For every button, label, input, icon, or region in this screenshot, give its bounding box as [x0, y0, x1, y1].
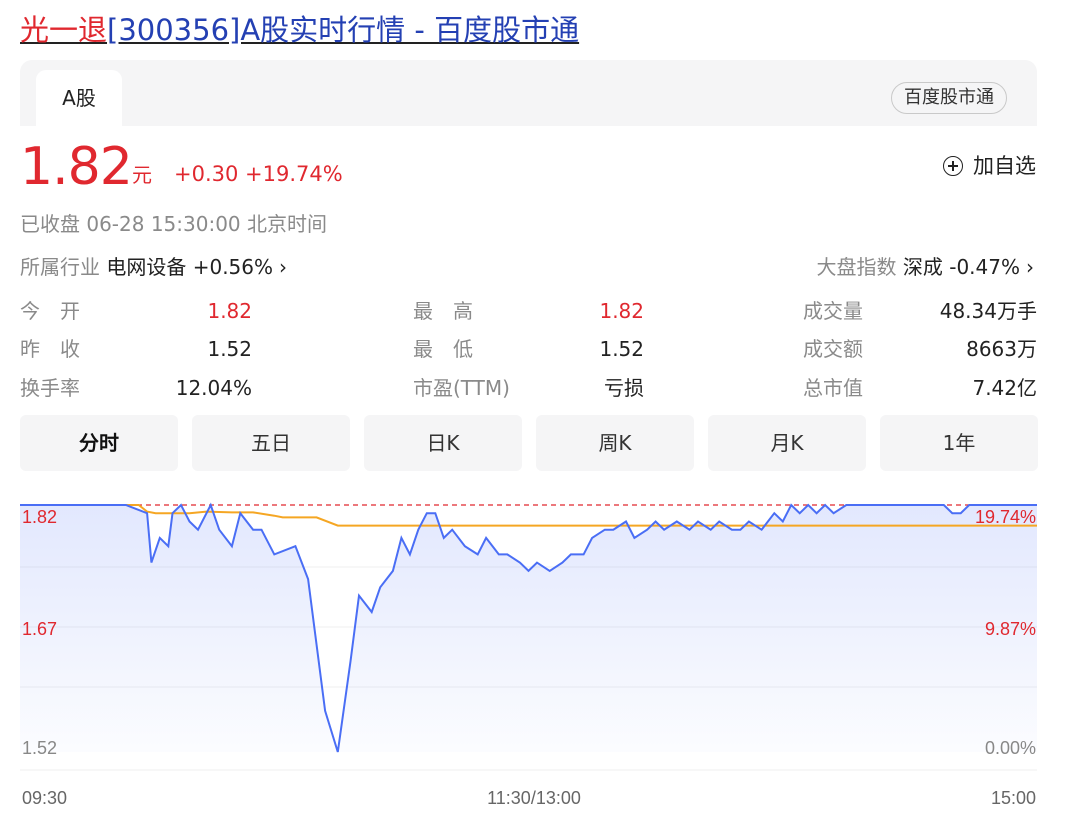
- stats-row-2: 昨 收 1.52 最 低 1.52 成交额 8663万: [0, 334, 1080, 364]
- amount-label: 成交额: [803, 337, 863, 361]
- add-watchlist-button[interactable]: 加自选: [943, 152, 1036, 180]
- index-change: -0.47%: [949, 255, 1020, 279]
- intraday-chart-svg[interactable]: 1.82 1.67 1.52 19.74% 9.87% 0.00% 09:30 …: [0, 480, 1080, 819]
- chevron-right-icon: ›: [279, 255, 288, 279]
- low-value: 1.52: [599, 337, 644, 361]
- stock-title-rest[interactable]: [300356]A股实时行情 - 百度股市通: [107, 13, 579, 47]
- y-tick-right-bottom: 0.00%: [985, 738, 1036, 758]
- market-status: 已收盘 06-28 15:30:00 北京时间: [20, 212, 328, 236]
- amount-value: 8663万: [966, 337, 1037, 361]
- stock-name[interactable]: 光一退: [20, 13, 107, 47]
- price-change: +0.30 +19.74%: [174, 162, 343, 186]
- tab-a-share[interactable]: A股: [36, 70, 122, 126]
- stats-row-1: 今 开 1.82 最 高 1.82 成交量 48.34万手: [0, 296, 1080, 326]
- y-tick-right-mid: 9.87%: [985, 619, 1036, 639]
- open-value: 1.82: [207, 299, 252, 323]
- intraday-chart[interactable]: 1.82 1.67 1.52 19.74% 9.87% 0.00% 09:30 …: [0, 480, 1080, 819]
- prev-close-value: 1.52: [207, 337, 252, 361]
- market-cap-label: 总市值: [803, 376, 863, 400]
- x-tick-end: 15:00: [991, 788, 1036, 808]
- current-price: 1.82: [20, 137, 133, 197]
- add-watchlist-label: 加自选: [973, 154, 1036, 178]
- pe-value: 亏损: [604, 376, 644, 400]
- index-name: 深成: [902, 255, 943, 279]
- chevron-right-icon: ›: [1026, 255, 1034, 279]
- index-link[interactable]: 大盘指数 深成 -0.47% ›: [817, 253, 1034, 281]
- turnover-value: 12.04%: [175, 376, 252, 400]
- prev-close-label: 昨 收: [20, 337, 80, 361]
- period-tab-weekly[interactable]: 周K: [536, 415, 694, 471]
- industry-change: +0.56%: [192, 255, 274, 279]
- industry-name: 电网设备: [106, 255, 187, 279]
- period-tab-monthly[interactable]: 月K: [708, 415, 866, 471]
- market-cap-value: 7.42亿: [972, 376, 1037, 400]
- volume-value: 48.34万手: [939, 299, 1037, 323]
- period-tab-5day[interactable]: 五日: [192, 415, 350, 471]
- y-tick-right-top: 19.74%: [975, 507, 1036, 527]
- plus-circle-icon: [943, 156, 963, 176]
- high-label: 最 高: [413, 299, 473, 323]
- market-tabbar: A股 百度股市通: [20, 60, 1037, 126]
- price-area: [20, 505, 1037, 752]
- y-tick-left-mid: 1.67: [22, 619, 57, 639]
- y-tick-left-top: 1.82: [22, 507, 57, 527]
- page-title-link[interactable]: 光一退[300356]A股实时行情 - 百度股市通: [20, 10, 579, 50]
- industry-link[interactable]: 所属行业 电网设备 +0.56% ›: [20, 253, 287, 281]
- y-tick-left-bottom: 1.52: [22, 738, 57, 758]
- open-label: 今 开: [20, 299, 80, 323]
- period-tab-intraday[interactable]: 分时: [20, 415, 178, 471]
- period-tab-1year[interactable]: 1年: [880, 415, 1038, 471]
- period-selector: 分时 五日 日K 周K 月K 1年: [20, 415, 1038, 471]
- index-label: 大盘指数: [816, 255, 897, 279]
- pe-label: 市盈(TTM): [413, 376, 510, 400]
- high-value: 1.82: [599, 299, 644, 323]
- x-tick-mid: 11:30/13:00: [487, 788, 581, 808]
- volume-label: 成交量: [803, 299, 863, 323]
- source-badge[interactable]: 百度股市通: [891, 82, 1007, 114]
- stats-row-3: 换手率 12.04% 市盈(TTM) 亏损 总市值 7.42亿: [0, 373, 1080, 403]
- x-tick-start: 09:30: [22, 788, 67, 808]
- low-label: 最 低: [413, 337, 473, 361]
- period-tab-daily[interactable]: 日K: [364, 415, 522, 471]
- price-unit: 元: [132, 163, 152, 187]
- industry-label: 所属行业: [20, 255, 100, 279]
- turnover-label: 换手率: [20, 376, 80, 400]
